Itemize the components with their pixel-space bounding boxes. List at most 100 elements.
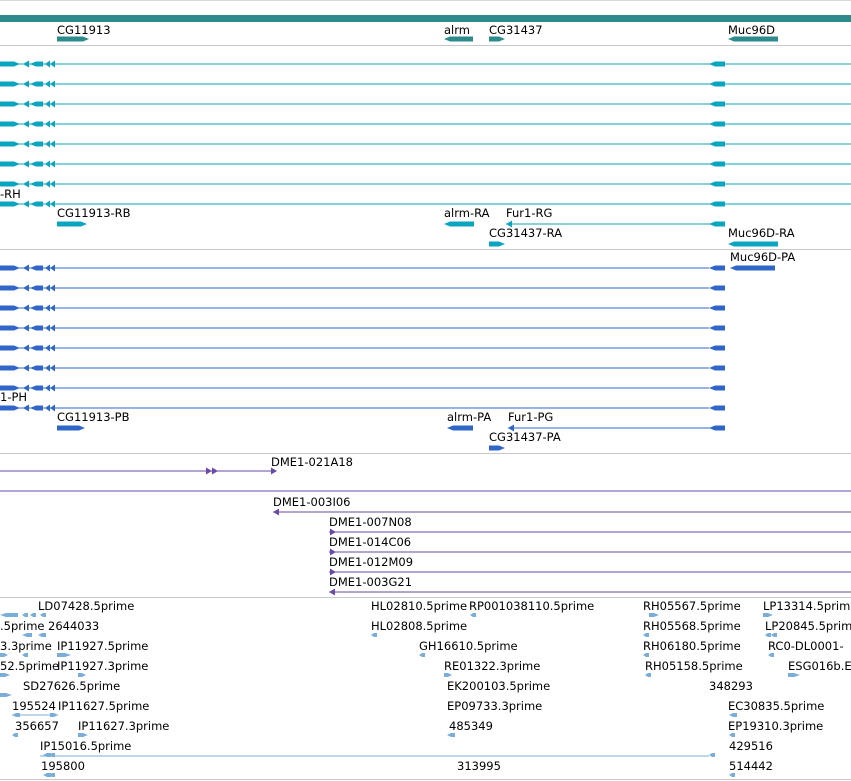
transcript-rh-exon[interactable] [30, 81, 43, 87]
transcript-rh-exon[interactable] [23, 200, 29, 208]
transcript-ph-exon[interactable] [23, 404, 29, 412]
transcript-ph-exon[interactable] [50, 384, 55, 392]
transcript-ph-exon[interactable] [50, 324, 55, 332]
est-glyph[interactable] [38, 633, 46, 637]
est-label[interactable]: IP11927.5prime [57, 639, 148, 653]
clone-label-dme1-003g21[interactable]: DME1-003G21 [329, 575, 412, 589]
transcript-rh-exon[interactable] [30, 201, 43, 207]
est-glyph[interactable] [0, 613, 18, 617]
transcript-fur1-rg-exon[interactable] [709, 221, 725, 227]
transcript-rh-exon[interactable] [0, 101, 20, 107]
transcript-label-muc96d-pa[interactable]: Muc96D-PA [730, 250, 795, 264]
transcript-rh-exon[interactable] [23, 100, 29, 108]
est-label[interactable]: EK200103.5prime [447, 679, 550, 693]
est-label[interactable]: EP19310.3prime [728, 719, 823, 733]
est-label[interactable]: HL02810.5prime [371, 599, 467, 613]
clone-arrow[interactable] [206, 467, 212, 475]
transcript-label-cg11913-rb[interactable]: CG11913-RB [57, 206, 131, 220]
est-glyph[interactable] [643, 653, 649, 657]
gene-glyph-cg31437[interactable] [489, 36, 505, 42]
transcript-ph-exon[interactable] [30, 385, 43, 391]
est-label[interactable]: ESG016b.E [788, 659, 851, 673]
transcript-ph-exon[interactable] [45, 384, 50, 392]
transcript-label-cg31437-ra[interactable]: CG31437-RA [489, 226, 562, 240]
transcript-ph-exon[interactable] [45, 344, 50, 352]
transcript-ph-exon[interactable] [30, 405, 43, 411]
est-glyph[interactable] [771, 633, 777, 637]
est-label[interactable]: 2644033 [48, 619, 99, 633]
transcript-rh-exon[interactable] [45, 60, 50, 68]
est-glyph[interactable] [709, 753, 715, 757]
transcript-rh-exon[interactable] [45, 140, 50, 148]
transcript-ph-exon[interactable] [45, 364, 50, 372]
transcript-rh-exon[interactable] [23, 120, 29, 128]
est-label[interactable]: 195524 [12, 699, 56, 713]
est-glyph[interactable] [788, 673, 800, 677]
est-glyph[interactable] [22, 613, 28, 617]
transcript-ph-exon[interactable] [709, 265, 725, 271]
transcript-rh-exon[interactable] [709, 61, 725, 67]
transcript-rh-exon[interactable] [30, 181, 43, 187]
transcript-rh-exon[interactable] [50, 180, 55, 188]
transcript-ph-exon[interactable] [709, 345, 725, 351]
transcript-ph-exon[interactable] [30, 305, 43, 311]
transcript-ph-exon[interactable] [50, 304, 55, 312]
transcript-label-fur1-pg[interactable]: Fur1-PG [508, 410, 553, 424]
est-label[interactable]: LP20845.5prime [765, 619, 851, 633]
transcript-label-rh[interactable]: -RH [0, 187, 21, 201]
est-label[interactable]: RH06180.5prime [643, 639, 741, 653]
transcript-muc96d-ra[interactable] [728, 241, 778, 247]
est-label[interactable]: RH05567.5prime [643, 599, 741, 613]
transcript-ph-exon[interactable] [30, 265, 43, 271]
transcript-alrm-ra[interactable] [444, 221, 474, 227]
est-label[interactable]: RP001038110.5prime [469, 599, 594, 613]
transcript-rh-exon[interactable] [23, 160, 29, 168]
transcript-ph-exon[interactable] [30, 345, 43, 351]
est-glyph[interactable] [763, 613, 773, 617]
transcript-ph-exon[interactable] [50, 404, 55, 412]
est-glyph[interactable] [729, 773, 735, 777]
est-label[interactable]: 3.3prime [0, 639, 52, 653]
transcript-label-cg31437-pa[interactable]: CG31437-PA [489, 430, 561, 444]
est-glyph[interactable] [768, 653, 774, 657]
transcript-ph-exon[interactable] [30, 365, 43, 371]
est-label[interactable]: 52.5prime [0, 659, 59, 673]
est-glyph[interactable] [22, 633, 32, 637]
transcript-rh-exon[interactable] [0, 141, 20, 147]
est-label[interactable]: RE01322.3prime [444, 659, 540, 673]
transcript-rh-exon[interactable] [45, 80, 50, 88]
transcript-rh-exon[interactable] [30, 141, 43, 147]
transcript-rh-exon[interactable] [45, 120, 50, 128]
est-label[interactable]: RH05568.5prime [643, 619, 741, 633]
est-glyph[interactable] [0, 653, 8, 657]
transcript-label-cg11913-pb[interactable]: CG11913-PB [57, 410, 130, 424]
est-glyph[interactable] [729, 733, 735, 737]
transcript-ph-exon[interactable] [0, 325, 20, 331]
est-glyph[interactable] [729, 713, 737, 717]
transcript-ph-exon[interactable] [50, 364, 55, 372]
transcript-ph-exon[interactable] [50, 284, 55, 292]
gene-glyph-cg11913[interactable] [57, 36, 89, 42]
transcript-ph-exon[interactable] [23, 324, 29, 332]
transcript-rh-exon[interactable] [45, 100, 50, 108]
transcript-rh-exon[interactable] [0, 121, 20, 127]
transcript-ph-exon[interactable] [709, 285, 725, 291]
est-glyph[interactable] [0, 673, 10, 677]
gene-glyph-muc96d[interactable] [728, 36, 778, 42]
est-label[interactable]: HL02808.5prime [371, 619, 467, 633]
transcript-rh-exon[interactable] [709, 101, 725, 107]
transcript-muc96d-pa[interactable] [730, 265, 775, 271]
transcript-rh-exon[interactable] [50, 200, 55, 208]
clone-label-dme1-007n08[interactable]: DME1-007N08 [329, 515, 412, 529]
transcript-rh-exon[interactable] [23, 180, 29, 188]
est-label[interactable]: RC0-DL0001- [768, 639, 844, 653]
transcript-ph-exon[interactable] [50, 344, 55, 352]
transcript-cg31437-ra[interactable] [489, 241, 505, 247]
transcript-ph-exon[interactable] [45, 304, 50, 312]
est-label[interactable]: 348293 [709, 679, 753, 693]
transcript-rh-exon[interactable] [50, 80, 55, 88]
transcript-ph-exon[interactable] [45, 324, 50, 332]
est-label[interactable]: .5prime [0, 619, 44, 633]
transcript-rh-exon[interactable] [30, 101, 43, 107]
est-label[interactable]: 514442 [729, 759, 773, 773]
